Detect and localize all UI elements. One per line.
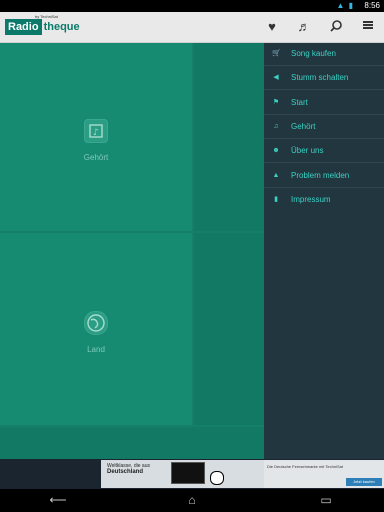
tv-image-icon [171, 462, 205, 484]
warning-icon: ▲ [272, 172, 280, 179]
overflow-menu-icon[interactable] [360, 19, 376, 35]
ad-right-text: Die Deutsche Fernsehmarke mit TechniSat [267, 464, 343, 469]
menu-drawer: 🛒 Song kaufen ◀ Stumm schalten ⚑ Start ♫… [264, 43, 384, 459]
document-icon: ▮ [274, 196, 278, 203]
divider [264, 162, 384, 163]
home-icon[interactable]: ⌂ [180, 493, 204, 507]
menu-item-label: Über uns [291, 146, 324, 155]
action-bar: Radio theque by TechniSat ♥ ♬ [0, 12, 384, 43]
status-time: 8:56 [364, 1, 380, 10]
music-note-icon[interactable]: ♬ [296, 19, 312, 35]
wifi-battery-icons: ▲ ▮ [336, 1, 354, 10]
info-icon: ☻ [272, 147, 280, 154]
menu-item-label: Start [291, 98, 308, 107]
menu-item-label: Gehört [291, 122, 316, 131]
menu-item-uber-uns[interactable]: ☻ Über uns [264, 140, 384, 164]
divider [264, 65, 384, 66]
tile-gehort[interactable]: ♪ Gehört [0, 43, 192, 231]
ad-buy-button[interactable]: Jetzt kaufen [346, 478, 382, 486]
divider [264, 138, 384, 139]
music-book-icon: ♪ [84, 119, 108, 143]
tile-right-top[interactable] [194, 43, 264, 231]
shopping-cart-icon: 🛒 [272, 50, 281, 57]
divider [264, 114, 384, 115]
tile-bottom[interactable] [0, 427, 264, 459]
ad-banner[interactable]: Weltklasse, die aus Deutschland Die Deut… [0, 459, 384, 489]
ad-right[interactable]: Die Deutsche Fernsehmarke mit TechniSat … [210, 460, 384, 488]
speaker-mute-icon: ◀ [273, 74, 279, 81]
ad-text: Weltklasse, die aus Deutschland [107, 463, 150, 475]
menu-item-problem-melden[interactable]: ▲ Problem melden [264, 165, 384, 189]
system-nav-bar: ⟵ ⌂ ▭ [0, 489, 384, 512]
globe-icon [84, 311, 108, 335]
search-icon[interactable] [328, 19, 344, 35]
menu-item-song-kaufen[interactable]: 🛒 Song kaufen [264, 43, 384, 67]
menu-item-label: Impressum [291, 195, 331, 204]
status-bar: ▲ ▮ 8:56 [0, 0, 384, 12]
main-content: ♪ Gehört Land [0, 43, 264, 459]
heart-icon[interactable]: ♥ [264, 19, 280, 35]
menu-item-label: Problem melden [291, 171, 350, 180]
tile-land[interactable]: Land [0, 233, 192, 425]
recent-apps-icon[interactable]: ▭ [314, 493, 338, 507]
music-book-icon: ♫ [273, 123, 279, 130]
football-icon [210, 471, 224, 485]
menu-item-start[interactable]: ⚑ Start [264, 92, 384, 116]
app-logo[interactable]: Radio theque by TechniSat [5, 14, 80, 36]
ad-line2: Deutschland [107, 469, 144, 475]
menu-item-label: Stumm schalten [291, 73, 349, 82]
menu-item-label: Song kaufen [291, 49, 336, 58]
ad-left[interactable]: Weltklasse, die aus Deutschland [101, 460, 264, 488]
divider [264, 89, 384, 90]
logo-radio: Radio [5, 19, 42, 35]
svg-text:♪: ♪ [93, 128, 99, 138]
menu-item-gehort[interactable]: ♫ Gehört [264, 116, 384, 140]
logo-theque: theque [43, 21, 80, 33]
tile-label: Land [87, 345, 105, 354]
menu-item-impressum[interactable]: ▮ Impressum [264, 189, 384, 213]
logo-subtitle: by TechniSat [35, 14, 58, 19]
flag-icon: ⚑ [272, 99, 280, 106]
back-icon[interactable]: ⟵ [46, 493, 70, 507]
menu-item-stumm-schalten[interactable]: ◀ Stumm schalten [264, 67, 384, 91]
tile-right-middle[interactable] [194, 233, 264, 425]
tile-label: Gehört [83, 153, 109, 162]
divider [264, 187, 384, 188]
